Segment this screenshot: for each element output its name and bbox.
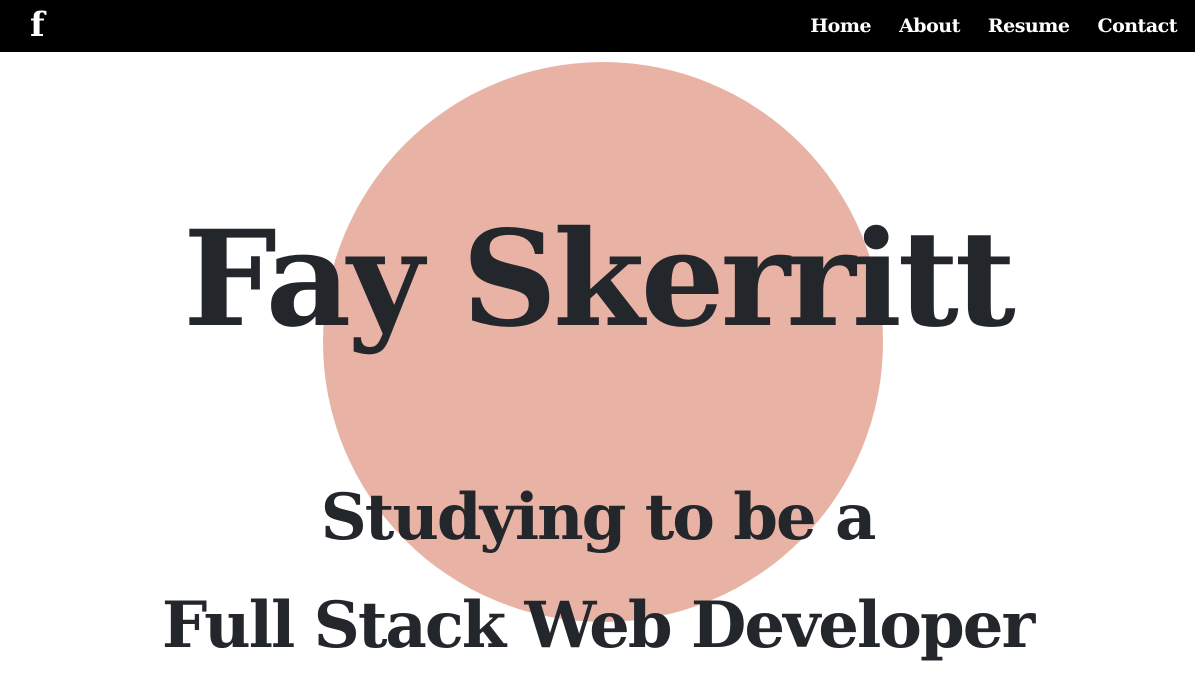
logo-link[interactable]: f (30, 7, 45, 43)
hero-tagline-line1: Studying to be a (320, 480, 877, 555)
hero-name: Fay Skerritt (183, 202, 1016, 357)
nav-links: Home About Resume Contact (810, 0, 1177, 52)
nav-link-contact[interactable]: Contact (1097, 15, 1177, 37)
navbar: f Home About Resume Contact (0, 0, 1195, 52)
nav-link-about[interactable]: About (899, 15, 960, 37)
hero-tagline-line2: Full Stack Web Developer (161, 588, 1035, 663)
nav-link-resume[interactable]: Resume (988, 15, 1070, 37)
nav-link-home[interactable]: Home (810, 15, 871, 37)
